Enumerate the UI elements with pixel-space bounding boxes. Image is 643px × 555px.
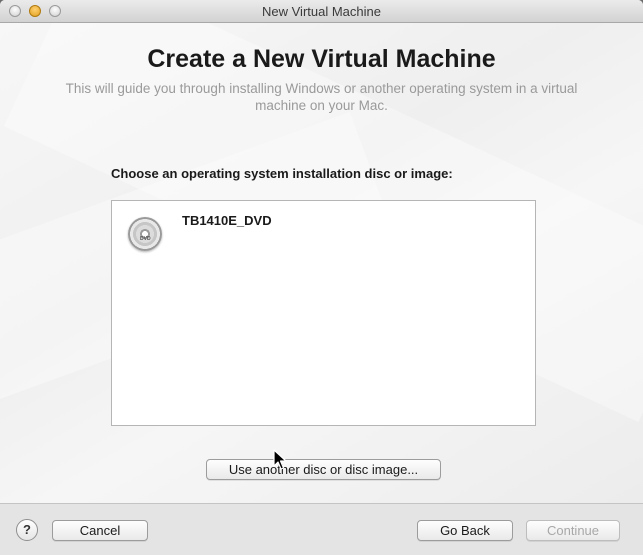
dvd-badge: DVD [140,236,151,242]
title-bar: New Virtual Machine [0,0,643,23]
vm-wizard-window: New Virtual Machine Create a New Virtual… [0,0,643,555]
use-another-disc-button[interactable]: Use another disc or disc image... [206,459,441,480]
window-title: New Virtual Machine [262,4,381,19]
wizard-content: Create a New Virtual Machine This will g… [0,23,643,503]
wizard-footer: ? Cancel Go Back Continue [0,503,643,555]
help-button[interactable]: ? [16,519,38,541]
disc-chooser-label: Choose an operating system installation … [111,166,453,181]
disc-list-item[interactable]: DVD TB1410E_DVD [112,201,535,261]
disc-list[interactable]: DVD TB1410E_DVD [111,200,536,426]
disc-name: TB1410E_DVD [182,213,272,228]
dvd-disc-icon: DVD [128,217,162,251]
go-back-button[interactable]: Go Back [417,520,513,541]
page-title: Create a New Virtual Machine [147,45,496,73]
page-subtitle: This will guide you through installing W… [65,81,578,113]
continue-button[interactable]: Continue [526,520,620,541]
cancel-button[interactable]: Cancel [52,520,148,541]
mouse-pointer-icon [273,449,287,470]
